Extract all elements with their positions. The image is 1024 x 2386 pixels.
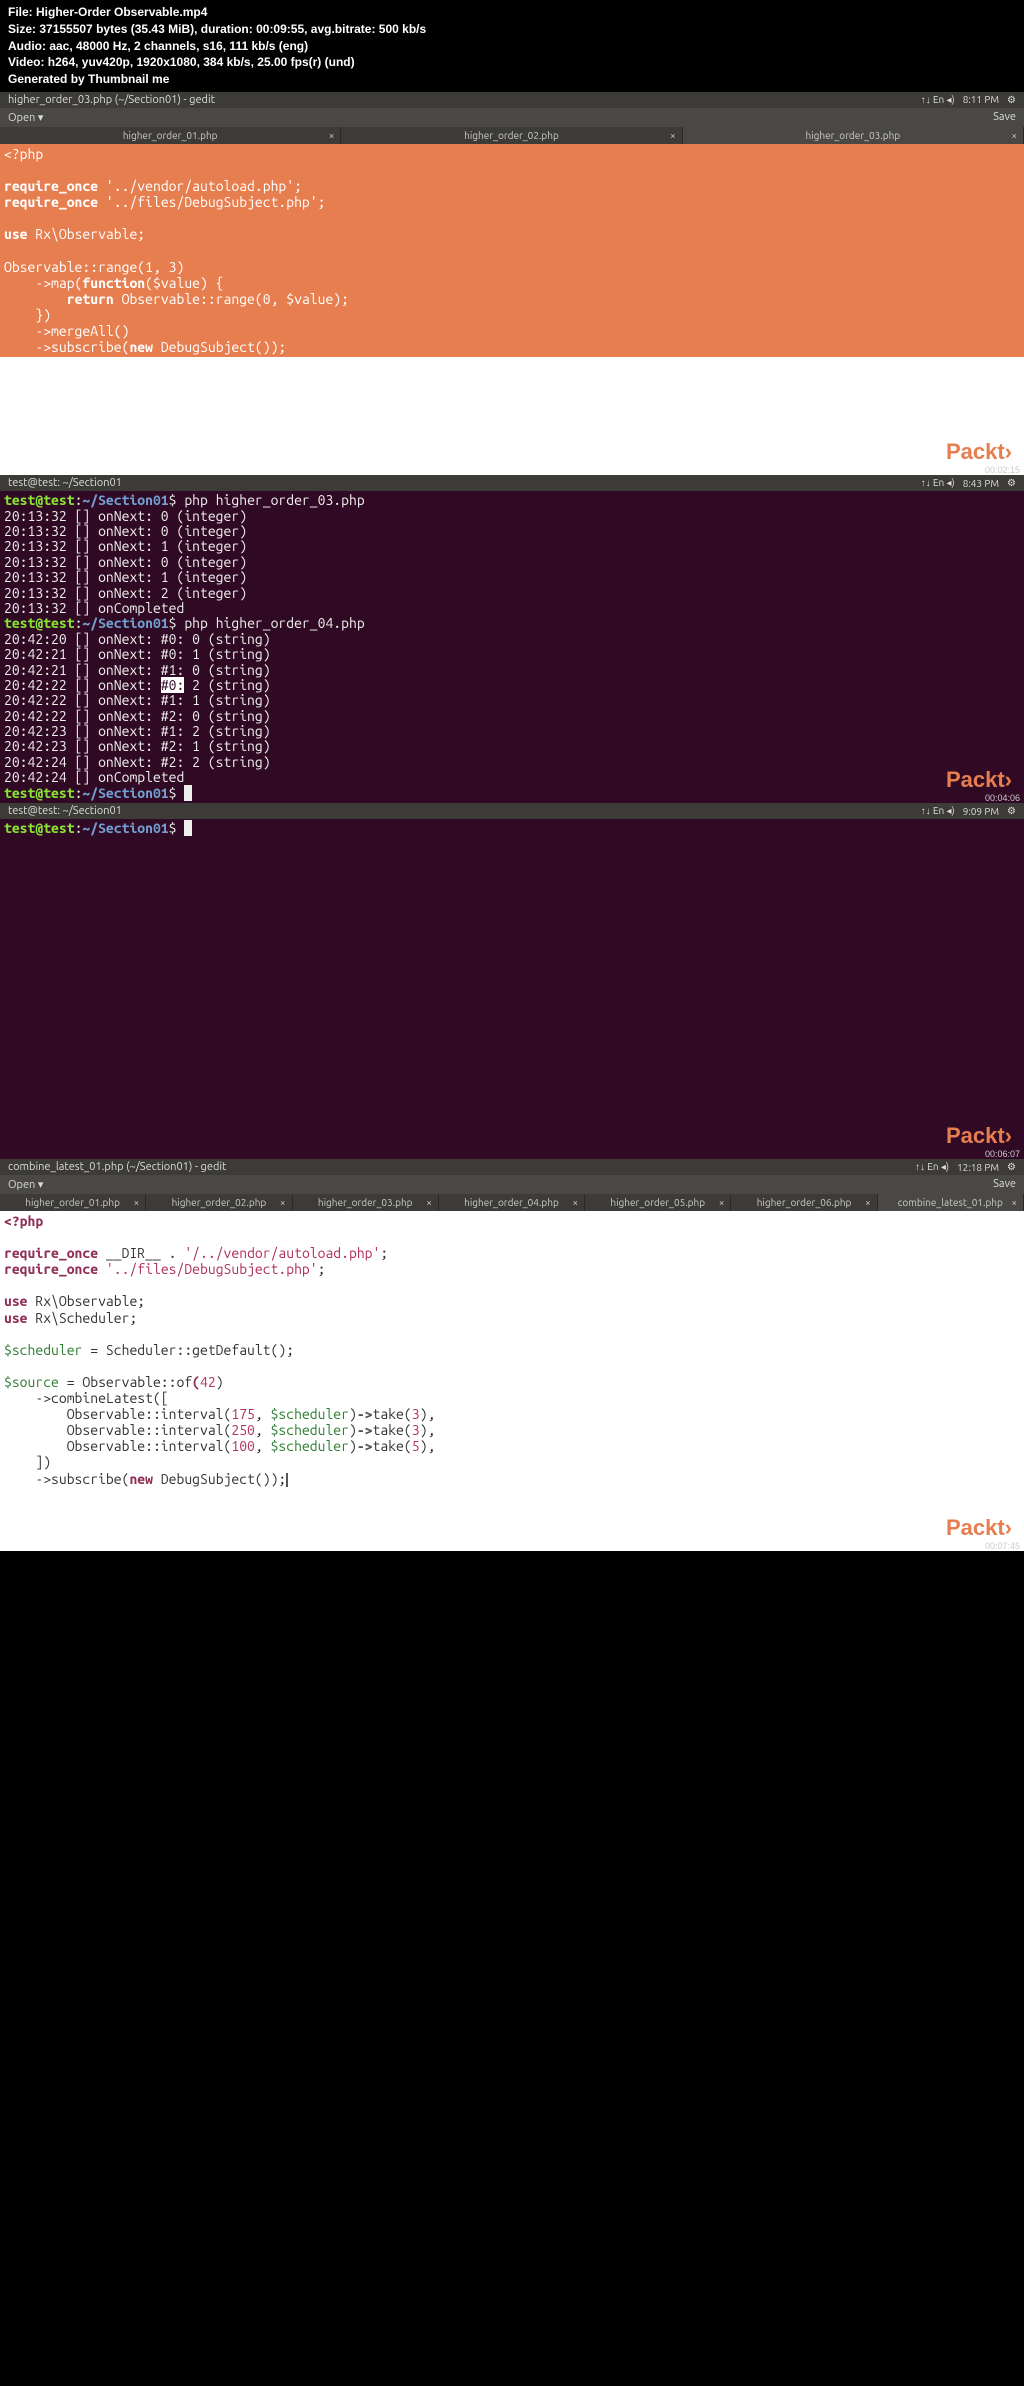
gear-icon[interactable]: ⚙ [1007,805,1016,817]
close-icon[interactable]: × [1011,130,1017,141]
window-title: test@test: ~/Section01 [8,805,122,817]
meta-gen: Generated by Thumbnail me [8,71,1016,88]
close-icon[interactable]: × [572,1197,578,1208]
thumbnail-metadata: File: Higher-Order Observable.mp4 Size: … [0,0,1024,92]
frame-timestamp: 00:07:45 [985,1541,1020,1551]
meta-audio: Audio: aac, 48000 Hz, 2 channels, s16, 1… [8,38,1016,55]
tab-file[interactable]: higher_order_03.php× [293,1194,439,1211]
code-editor[interactable]: <?php require_once '../vendor/autoload.p… [0,144,1024,357]
tab-file-2[interactable]: higher_order_02.php× [341,127,682,144]
close-icon[interactable]: × [280,1197,286,1208]
gedit-toolbar: Open ▾ Save [0,108,1024,127]
packt-watermark: Packt› [946,1123,1012,1149]
window-title: combine_latest_01.php (~/Section01) - ge… [8,1161,226,1173]
panel-terminal-1: test@test: ~/Section01 ↑↓ En ◂) 8:43 PM … [0,475,1024,803]
packt-watermark: Packt› [946,767,1012,793]
meta-size: Size: 37155507 bytes (35.43 MiB), durati… [8,21,1016,38]
panel-gedit-2: combine_latest_01.php (~/Section01) - ge… [0,1159,1024,1551]
terminal[interactable]: test@test:~/Section01$ [0,819,1024,1159]
terminal-cursor [184,785,192,801]
panel-terminal-2: test@test: ~/Section01 ↑↓ En ◂) 9:09 PM … [0,803,1024,1159]
tray-icons[interactable]: ↑↓ En ◂) [921,477,955,489]
clock: 9:09 PM [963,806,999,817]
packt-watermark: Packt› [946,1515,1012,1541]
tab-file[interactable]: higher_order_02.php× [146,1194,292,1211]
clock: 8:11 PM [963,94,999,105]
close-icon[interactable]: × [426,1197,432,1208]
code-editor[interactable]: <?php require_once __DIR__ . '/../vendor… [0,1211,1024,1551]
terminal-cursor [184,820,192,836]
open-button[interactable]: Open ▾ [8,111,43,124]
tray-icons[interactable]: ↑↓ En ◂) [921,805,955,817]
window-title: test@test: ~/Section01 [8,477,122,489]
meta-file: File: Higher-Order Observable.mp4 [8,4,1016,21]
tab-bar: higher_order_01.php× higher_order_02.php… [0,1194,1024,1211]
tab-file[interactable]: higher_order_06.php× [731,1194,877,1211]
window-title: higher_order_03.php (~/Section01) - gedi… [8,94,215,106]
close-icon[interactable]: × [865,1197,871,1208]
close-icon[interactable]: × [329,130,335,141]
packt-watermark: Packt› [946,439,1012,465]
tray-icons[interactable]: ↑↓ En ◂) [915,1161,949,1173]
open-button[interactable]: Open ▾ [8,1178,43,1191]
save-button[interactable]: Save [993,111,1016,124]
meta-video: Video: h264, yuv420p, 1920x1080, 384 kb/… [8,54,1016,71]
clock: 12:18 PM [957,1162,999,1173]
editor-blank-area[interactable] [0,357,1024,475]
tray-icons[interactable]: ↑↓ En ◂) [921,94,955,106]
terminal[interactable]: test@test:~/Section01$ php higher_order_… [0,491,1024,803]
window-titlebar: higher_order_03.php (~/Section01) - gedi… [0,92,1024,108]
tab-file[interactable]: higher_order_01.php× [0,1194,146,1211]
save-button[interactable]: Save [993,1178,1016,1191]
tab-file[interactable]: higher_order_05.php× [585,1194,731,1211]
gear-icon[interactable]: ⚙ [1007,477,1016,489]
frame-timestamp: 00:04:06 [985,793,1020,803]
tab-bar: higher_order_01.php× higher_order_02.php… [0,127,1024,144]
close-icon[interactable]: × [1011,1197,1017,1208]
tab-file-3[interactable]: higher_order_03.php× [683,127,1024,144]
panel-gedit-1: higher_order_03.php (~/Section01) - gedi… [0,92,1024,475]
gedit-toolbar: Open ▾ Save [0,1175,1024,1194]
gear-icon[interactable]: ⚙ [1007,94,1016,106]
window-titlebar: combine_latest_01.php (~/Section01) - ge… [0,1159,1024,1175]
text-cursor [286,1473,288,1487]
close-icon[interactable]: × [134,1197,140,1208]
tab-file[interactable]: higher_order_04.php× [439,1194,585,1211]
frame-timestamp: 00:02:15 [985,465,1020,475]
close-icon[interactable]: × [670,130,676,141]
tab-file-1[interactable]: higher_order_01.php× [0,127,341,144]
gear-icon[interactable]: ⚙ [1007,1161,1016,1173]
close-icon[interactable]: × [719,1197,725,1208]
window-titlebar: test@test: ~/Section01 ↑↓ En ◂) 8:43 PM … [0,475,1024,491]
window-titlebar: test@test: ~/Section01 ↑↓ En ◂) 9:09 PM … [0,803,1024,819]
clock: 8:43 PM [963,478,999,489]
tab-file[interactable]: combine_latest_01.php× [878,1194,1024,1211]
frame-timestamp: 00:06:07 [985,1149,1020,1159]
